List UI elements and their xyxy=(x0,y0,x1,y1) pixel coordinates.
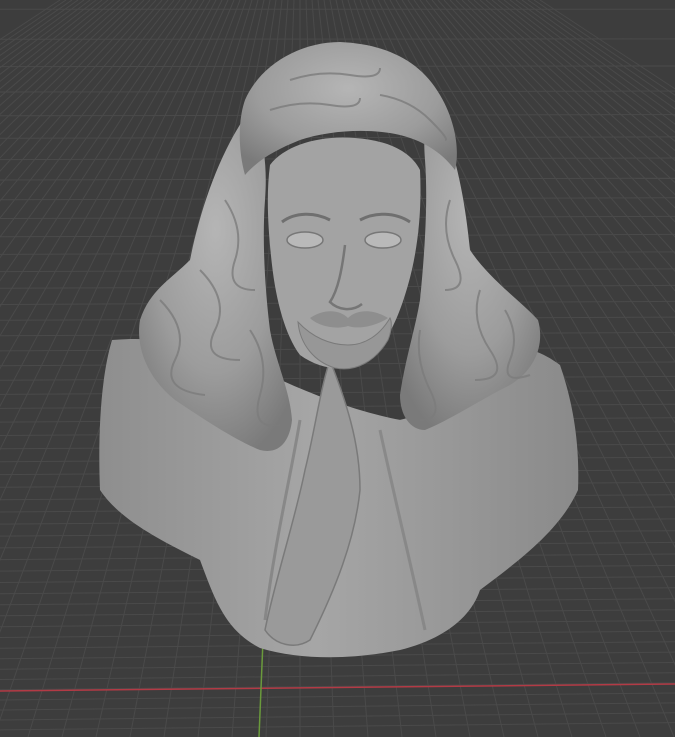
grid-line xyxy=(0,722,675,731)
3d-viewport[interactable] xyxy=(0,0,675,737)
grid-line xyxy=(0,702,675,711)
grid-line xyxy=(0,662,675,670)
grid-line xyxy=(0,672,675,680)
grid-line xyxy=(0,692,675,701)
grid-line xyxy=(0,682,675,691)
x-axis-line xyxy=(0,683,675,692)
bust-sculpture-object[interactable] xyxy=(99,42,579,658)
eye-left xyxy=(286,231,324,249)
viewport-canvas[interactable] xyxy=(0,0,675,737)
eye-right xyxy=(364,231,402,249)
